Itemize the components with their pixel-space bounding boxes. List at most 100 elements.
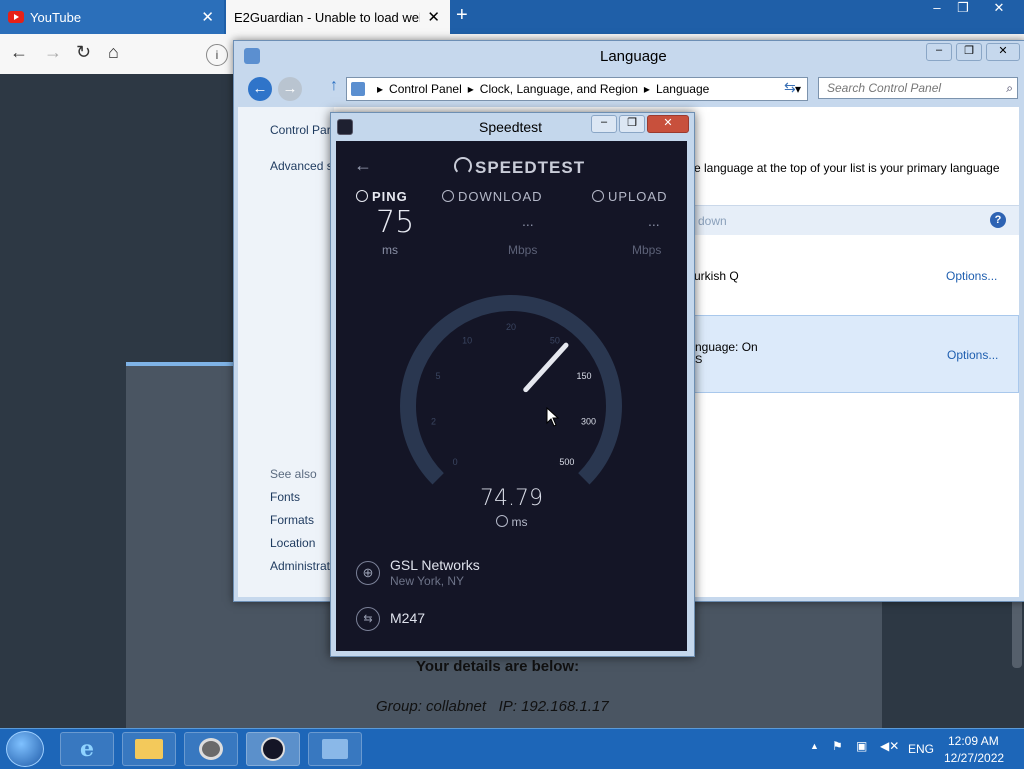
see-also-location[interactable]: Location (270, 536, 315, 550)
site-info-icon[interactable]: i (206, 44, 228, 66)
server-location: New York, NY (390, 574, 465, 588)
isp-icon: ⇆ (356, 607, 380, 631)
details-heading: Your details are below: (416, 658, 580, 675)
breadcrumb-item[interactable]: Control Panel (389, 82, 462, 96)
st-close-button[interactable]: ✕ (647, 115, 689, 133)
gauge-unit: ms (336, 515, 687, 529)
download-unit: Mbps (508, 243, 538, 257)
options-link[interactable]: Options... (947, 348, 998, 362)
speedtest-title: Speedtest (479, 119, 543, 135)
upload-value: ... (648, 213, 660, 229)
cp-maximize-button[interactable]: ❐ (956, 43, 982, 61)
download-value: ... (522, 213, 534, 229)
primary-language-text: e language at the top of your list is yo… (694, 161, 1000, 175)
cp-search-input[interactable]: Search Control Panel ⌕ (818, 77, 1018, 99)
reload-icon[interactable]: ↻ (76, 42, 91, 63)
gauge-tick-label: 5 (436, 371, 441, 381)
breadcrumb-item[interactable]: Clock, Language, and Region (480, 82, 638, 96)
cp-address-bar[interactable]: ▸ Control Panel ▸ Clock, Language, and R… (346, 77, 808, 101)
back-icon[interactable]: ← (10, 42, 28, 63)
cp-up-icon[interactable]: ↑ (330, 77, 338, 95)
refresh-icon[interactable]: ⇆ (784, 79, 796, 96)
tab-label: E2Guardian - Unable to load websit (234, 9, 420, 25)
cp-minimize-button[interactable]: – (926, 43, 952, 61)
volume-muted-icon[interactable]: ◀✕ (880, 739, 899, 753)
control-panel-taskbar-icon[interactable] (308, 732, 362, 766)
options-link[interactable]: Options... (946, 269, 997, 283)
language-row-sub: S (695, 354, 703, 366)
gauge-tick-label: 50 (550, 335, 560, 345)
tab-label: YouTube (30, 9, 82, 25)
breadcrumb-sep-icon: ▸ (467, 82, 474, 96)
youtube-icon (8, 11, 24, 23)
see-also-label: See also (270, 467, 317, 481)
isp-name: M247 (390, 610, 426, 626)
action-center-icon[interactable]: ⚑ (832, 739, 843, 753)
home-icon[interactable]: ⌂ (108, 42, 119, 63)
st-maximize-button[interactable]: ❐ (619, 115, 645, 133)
clock-date[interactable]: 12/27/2022 (944, 751, 1004, 765)
forward-icon[interactable]: → (44, 42, 62, 63)
see-also-administrative[interactable]: Administrat (270, 559, 330, 573)
control-panel-icon (351, 82, 365, 96)
cp-left-pane: Control Par Advanced s See also Fonts Fo… (238, 107, 334, 597)
left-link-control-panel[interactable]: Control Par (270, 123, 331, 137)
language-row-text: nguage: On (695, 340, 758, 354)
speedtest-logo: SPEEDTEST (454, 157, 585, 178)
download-icon (442, 190, 454, 202)
left-link-advanced[interactable]: Advanced s (270, 159, 333, 173)
search-placeholder: Search Control Panel (827, 81, 942, 95)
network-icon[interactable]: ▣ (856, 739, 867, 753)
gauge-tick-label: 500 (559, 457, 574, 467)
tab-e2guardian[interactable]: E2Guardian - Unable to load websit ✕ (226, 0, 450, 34)
search-icon[interactable]: ⌕ (1006, 81, 1013, 96)
gauge-tick-label: 150 (576, 371, 591, 381)
language-indicator[interactable]: ENG (908, 742, 934, 756)
tab-close-icon[interactable]: ✕ (201, 8, 214, 26)
help-icon[interactable]: ? (990, 212, 1006, 228)
gauge-value: 74.79 (480, 486, 543, 511)
gauge-tick-label: 2 (431, 416, 436, 426)
st-minimize-button[interactable]: – (591, 115, 617, 133)
tab-close-icon[interactable]: ✕ (427, 8, 440, 26)
raccoon-app-icon[interactable] (184, 732, 238, 766)
group-ip-line: Group: collabnet IP: 192.168.1.17 (376, 698, 609, 715)
tab-youtube[interactable]: YouTube ✕ (0, 0, 224, 34)
show-hidden-icons[interactable]: ▲ (810, 741, 819, 751)
file-explorer-icon[interactable] (122, 732, 176, 766)
start-button[interactable] (6, 731, 44, 767)
speedtest-app: ← SPEEDTEST PING 75 ms DOWNLOAD ... Mbps… (336, 141, 687, 651)
breadcrumb-item[interactable]: Language (656, 82, 709, 96)
server-name[interactable]: GSL Networks (390, 557, 480, 573)
upload-unit: Mbps (632, 243, 662, 257)
ping-unit: ms (382, 243, 398, 257)
gauge-tick-label: 20 (506, 322, 516, 332)
ping-label: PING (356, 189, 408, 204)
speedtest-taskbar-icon[interactable] (246, 732, 300, 766)
cp-close-button[interactable]: ✕ (986, 43, 1020, 61)
cp-back-icon[interactable]: ← (248, 77, 272, 101)
back-arrow-icon[interactable]: ← (354, 155, 372, 176)
breadcrumb-sep-icon: ▸ (643, 82, 650, 96)
control-panel-icon (244, 48, 260, 64)
cp-titlebar: Language – ❐ ✕ (234, 41, 1024, 71)
download-label: DOWNLOAD (442, 189, 543, 204)
close-button[interactable]: ✕ (984, 0, 1014, 20)
upload-label: UPLOAD (592, 189, 667, 204)
clock-time[interactable]: 12:09 AM (948, 734, 999, 748)
speedtest-app-icon (337, 119, 353, 135)
see-also-fonts[interactable]: Fonts (270, 490, 300, 504)
language-row-text: urkish Q (694, 269, 739, 283)
gauge-tick-label: 0 (453, 457, 458, 467)
move-down-link[interactable]: down (698, 214, 727, 228)
breadcrumb-sep-icon: ▸ (377, 82, 384, 96)
maximize-button[interactable]: ❐ (948, 0, 978, 20)
cp-forward-icon[interactable]: → (278, 77, 302, 101)
upload-icon (592, 190, 604, 202)
new-tab-button[interactable]: + (456, 4, 468, 27)
ping-value: 75 (376, 205, 415, 240)
browser-tab-bar: YouTube ✕ E2Guardian - Unable to load we… (0, 0, 1024, 34)
internet-explorer-icon[interactable]: e (60, 732, 114, 766)
see-also-formats[interactable]: Formats (270, 513, 314, 527)
globe-icon: ⊕ (356, 561, 380, 585)
